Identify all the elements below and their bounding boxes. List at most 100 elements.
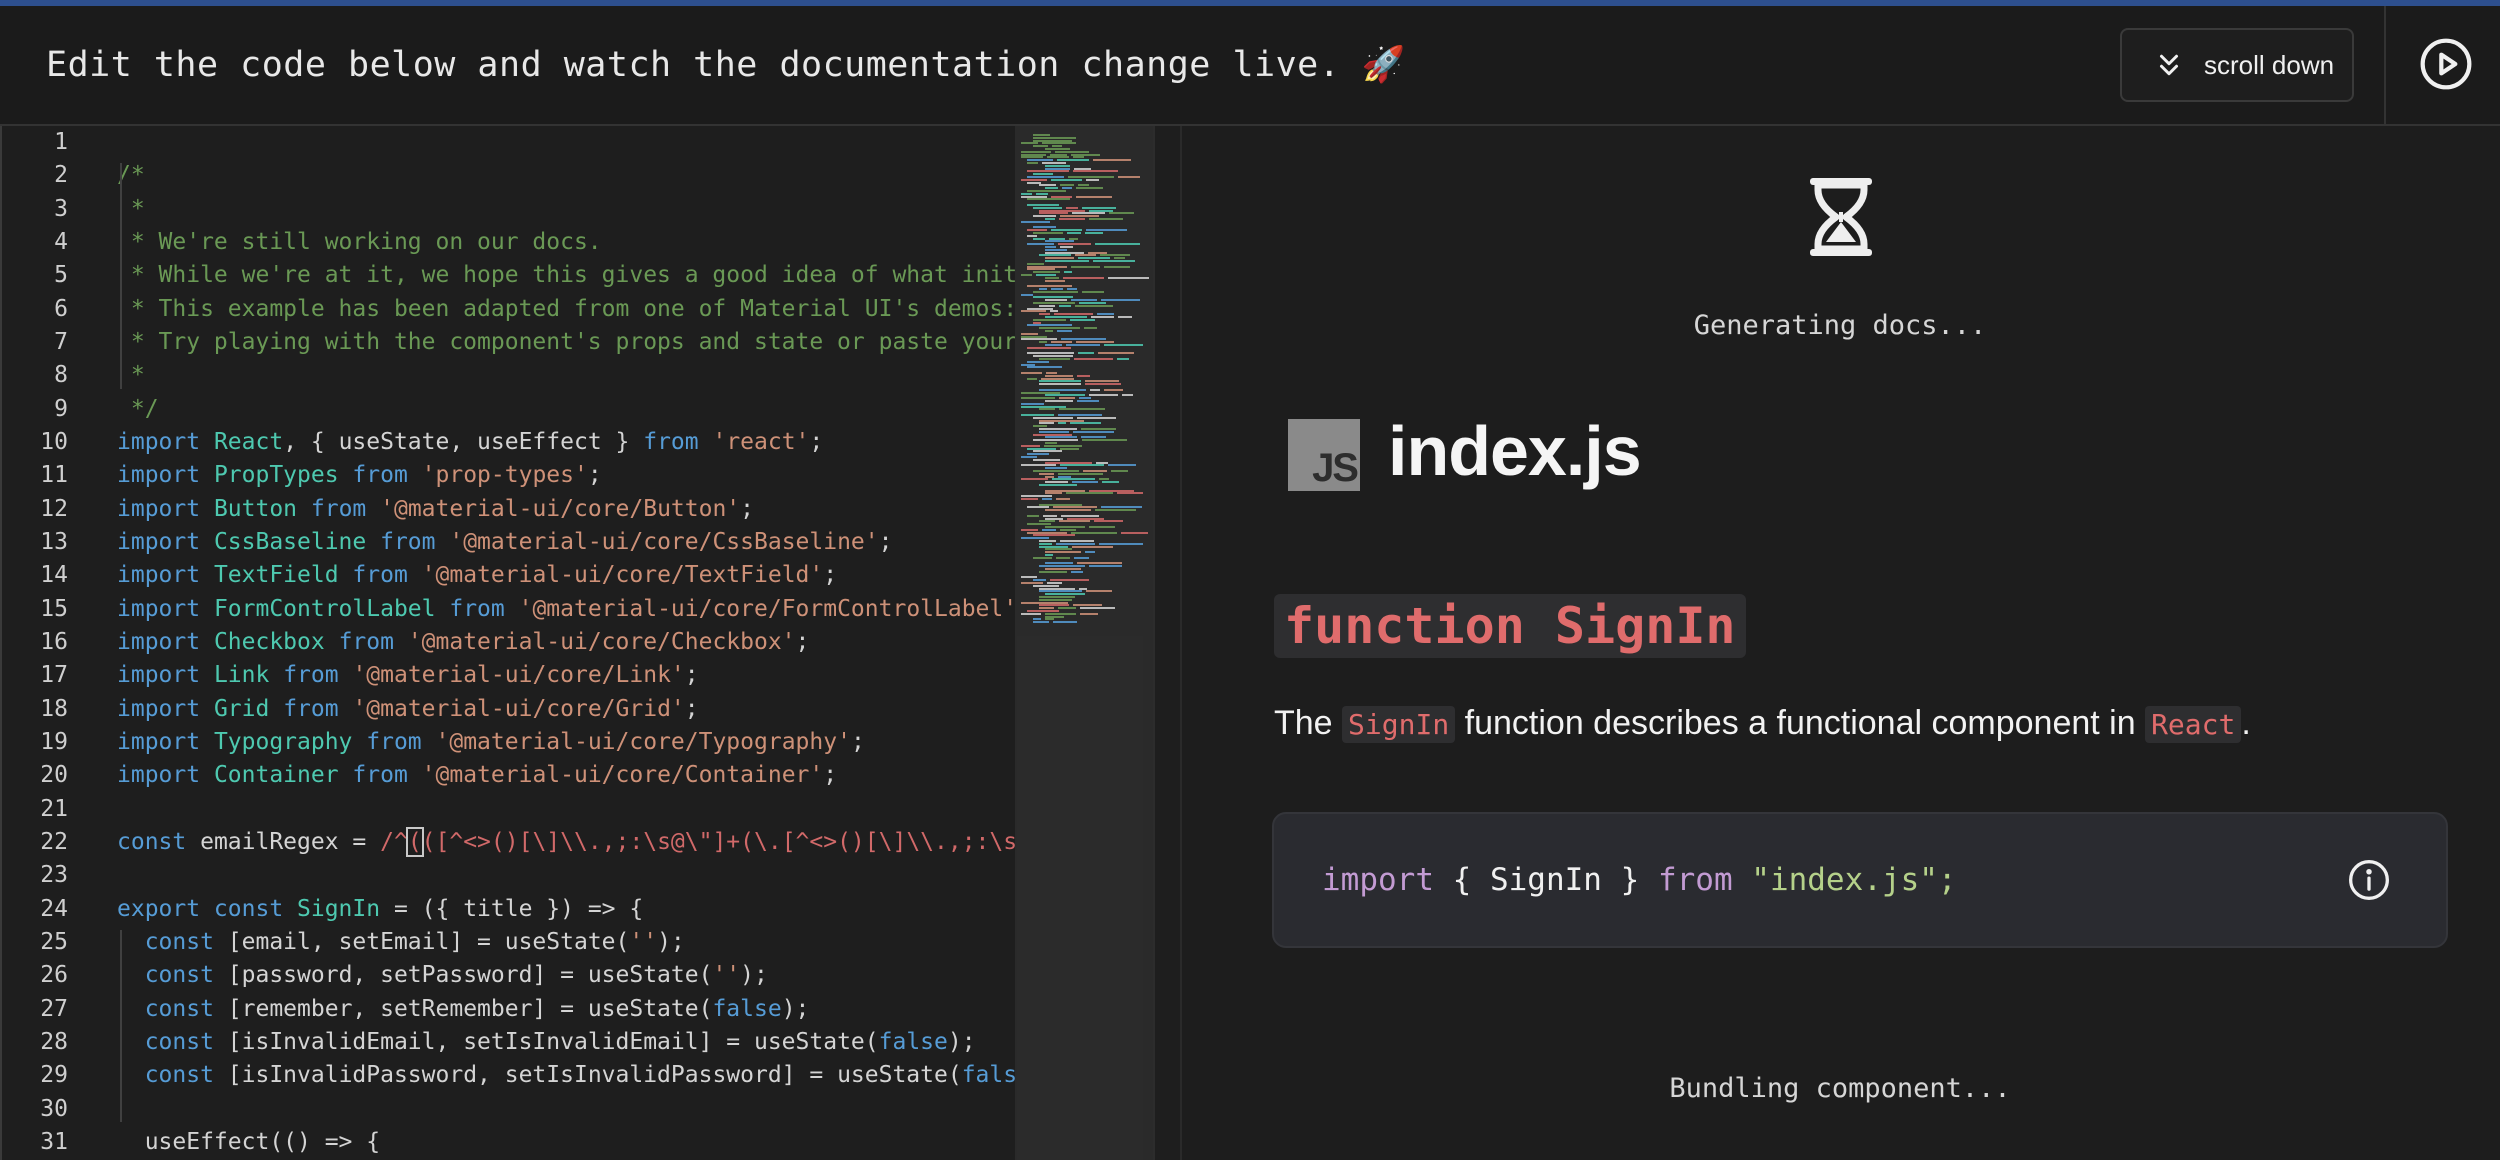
code-editor[interactable]: 1 2/* 3 * 4 * We're still working on our do… — [0, 126, 1180, 1160]
code-line[interactable]: 26 const [password, setPassword] = useSt… — [0, 959, 1015, 992]
line-number: 10 — [40, 428, 68, 455]
minimap-line — [1027, 447, 1056, 450]
minimap-line — [1039, 570, 1067, 573]
minimap-line — [1057, 159, 1089, 162]
minimap-line — [1058, 422, 1066, 425]
code-line[interactable]: 25 const [email, setEmail] = useState(''… — [0, 926, 1015, 959]
play-circle-icon[interactable] — [2418, 36, 2474, 92]
code-line[interactable]: 14 import TextField from '@material-ui/co… — [0, 559, 1015, 592]
code-line[interactable]: 10 import React, { useState, useEffect } … — [0, 426, 1015, 459]
minimap-line — [1027, 346, 1071, 349]
minimap-line — [1117, 492, 1143, 495]
code-token: ; — [850, 728, 865, 755]
minimap-line — [1042, 498, 1052, 500]
code-line[interactable]: 23 — [0, 859, 1015, 892]
code-line[interactable]: 28 const [isInvalidEmail, setIsInvalidEm… — [0, 1026, 1015, 1059]
code-line[interactable]: 7 * Try playing with the component's pro… — [0, 326, 1015, 359]
code-line[interactable]: 18 import Grid from '@material-ui/core/Gr… — [0, 693, 1015, 726]
code-token: '@material-ui/core/TextField' — [421, 562, 824, 589]
minimap-line — [1079, 397, 1091, 400]
code-text: const [email, setEmail] = useState(''); — [117, 926, 685, 959]
minimap-line — [1045, 316, 1087, 318]
minimap-line — [1082, 290, 1104, 293]
code-line[interactable]: 8 * — [0, 359, 1015, 392]
minimap-line — [1045, 330, 1053, 332]
code-line[interactable]: 22 const emailRegex = /^(([^<>()[\]\\.,;:… — [0, 826, 1015, 859]
minimap-line — [1036, 274, 1056, 276]
minimap-line — [1058, 472, 1103, 475]
code-text: * This example has been adapted from one… — [117, 293, 1015, 326]
code-line[interactable]: 15 import FormControlLabel from '@materia… — [0, 593, 1015, 626]
code-text: import PropTypes from 'prop-types'; — [117, 459, 602, 492]
minimap-line — [1066, 492, 1113, 495]
code-text: import FormControlLabel from '@material-… — [117, 593, 1015, 626]
minimap-line — [1044, 444, 1082, 447]
code-line[interactable]: 16 import Checkbox from '@material-ui/cor… — [0, 626, 1015, 659]
minimap-line — [1084, 327, 1097, 330]
code-line[interactable]: 1 — [0, 126, 1015, 159]
minimap-line — [1089, 218, 1123, 220]
code-token: import — [117, 562, 214, 589]
minimap-line — [1086, 229, 1127, 232]
line-number: 30 — [40, 1095, 68, 1122]
minimap-line — [1042, 142, 1076, 145]
minimap-line — [1046, 372, 1057, 374]
minimap-line — [1027, 181, 1041, 184]
code-line[interactable]: 30 — [0, 1093, 1015, 1126]
minimap-line — [1021, 363, 1035, 366]
minimap-line — [1083, 470, 1107, 472]
import-snippet: import { SignIn } from "index.js"; — [1272, 812, 2448, 948]
minimap-line — [1033, 318, 1066, 321]
minimap-line — [1067, 232, 1081, 234]
code-line[interactable]: 11 import PropTypes from 'prop-types'; — [0, 459, 1015, 492]
info-circle-icon[interactable] — [2347, 858, 2391, 902]
function-heading: function SignIn — [1274, 594, 1746, 658]
minimap-viewport[interactable] — [1015, 126, 1153, 1160]
editor-minimap[interactable] — [1015, 126, 1153, 1160]
code-line[interactable]: 19 import Typography from '@material-ui/c… — [0, 726, 1015, 759]
code-text: useEffect(() => { — [117, 1126, 380, 1159]
editor-scrollbar[interactable] — [1153, 126, 1180, 1160]
code-line[interactable]: 13 import CssBaseline from '@material-ui/… — [0, 526, 1015, 559]
minimap-line — [1033, 621, 1049, 624]
minimap-line — [1039, 212, 1068, 215]
code-text: import Button from '@material-ui/core/Bu… — [117, 493, 754, 526]
code-line[interactable]: 4 * We're still working on our docs. — [0, 226, 1015, 259]
minimap-line — [1095, 509, 1136, 512]
code-line[interactable]: 31 useEffect(() => { — [0, 1126, 1015, 1159]
code-token: ; — [795, 628, 810, 655]
minimap-line — [1021, 582, 1043, 584]
code-token: ; — [878, 528, 893, 555]
code-line[interactable]: 17 import Link from '@material-ui/core/Li… — [0, 659, 1015, 692]
minimap-line — [1078, 257, 1110, 260]
minimap-line — [1074, 556, 1089, 559]
code-line[interactable]: 24 export const SignIn = ({ title }) => { — [0, 893, 1015, 926]
minimap-line — [1033, 556, 1052, 559]
minimap-line — [1039, 545, 1068, 548]
code-line[interactable]: 21 — [0, 793, 1015, 826]
code-line[interactable]: 29 const [isInvalidPassword, setIsInvali… — [0, 1059, 1015, 1092]
code-line[interactable]: 9 */ — [0, 393, 1015, 426]
code-line[interactable]: 20 import Container from '@material-ui/co… — [0, 759, 1015, 792]
line-number: 31 — [40, 1128, 68, 1155]
minimap-line — [1045, 276, 1059, 279]
code-token: Grid — [213, 695, 284, 722]
code-line[interactable]: 3 * — [0, 193, 1015, 226]
code-line[interactable]: 5 * While we're at it, we hope this give… — [0, 259, 1015, 292]
scroll-down-button[interactable]: scroll down — [2120, 28, 2354, 102]
minimap-line — [1033, 136, 1076, 139]
code-token: export const — [117, 895, 298, 922]
code-token: React — [213, 428, 284, 455]
minimap-line — [1045, 436, 1077, 439]
minimap-line — [1039, 607, 1054, 610]
minimap-line — [1039, 587, 1075, 590]
minimap-line — [1109, 212, 1134, 215]
minimap-line — [1027, 285, 1072, 288]
code-line[interactable]: 2/* — [0, 159, 1015, 192]
code-line[interactable]: 27 const [remember, setRemember] = useSt… — [0, 993, 1015, 1026]
code-line[interactable]: 12 import Button from '@material-ui/core/… — [0, 493, 1015, 526]
code-token: ; — [809, 428, 824, 455]
line-number: 5 — [54, 262, 68, 289]
code-line[interactable]: 6 * This example has been adapted from o… — [0, 293, 1015, 326]
minimap-line — [1045, 260, 1089, 262]
